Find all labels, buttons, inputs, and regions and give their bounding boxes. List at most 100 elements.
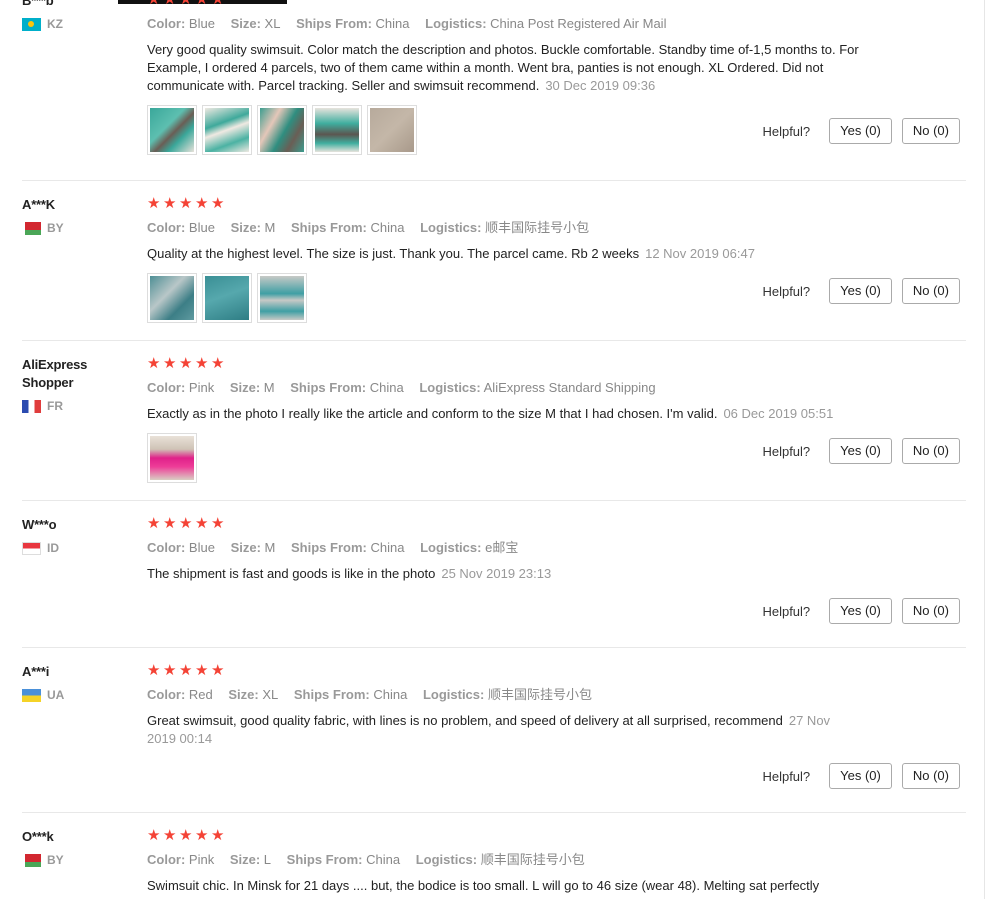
reviewer-info: W***o ID — [22, 516, 132, 556]
star-icon: ★ — [147, 0, 163, 7]
size-label: Size: — [230, 16, 261, 31]
reviewer-country: ID — [22, 540, 132, 556]
star-icon: ★ — [211, 355, 225, 372]
star-icon: ★ — [195, 355, 209, 372]
size-value: L — [263, 852, 272, 867]
helpful-no-button[interactable]: No (0) — [901, 438, 960, 464]
review-content: Exactly as in the photo I really like th… — [147, 406, 718, 421]
helpful-label: Helpful? — [762, 123, 811, 139]
flag-ua-icon — [22, 688, 41, 702]
ships-from-label: Ships From: — [290, 380, 367, 395]
flag-id-icon — [22, 541, 41, 555]
review-divider — [22, 340, 966, 341]
review-photo[interactable] — [202, 273, 252, 323]
review-item: A***K BY ★ ★ ★ ★ ★ Color: Blue Size: M Ships… — [0, 196, 966, 341]
review-body: ★ ★ ★ ★ ★ Color: Blue Size: M Ships From: Ch… — [147, 516, 867, 583]
country-code: BY — [47, 221, 64, 235]
helpful-label: Helpful? — [762, 443, 811, 459]
helpful-yes-button[interactable]: Yes (0) — [829, 438, 892, 464]
review-item: B***b KZ ★★★★★ Color: Blue Size: XL Ship… — [0, 0, 966, 181]
helpful-yes-button[interactable]: Yes (0) — [829, 598, 892, 624]
star-icon: ★ — [147, 662, 161, 679]
ships-from-value: China — [366, 852, 401, 867]
reviewer-name: A***i — [22, 664, 50, 679]
size-value: XL — [262, 687, 279, 702]
size-label: Size: — [230, 540, 261, 555]
star-icon: ★ — [179, 0, 195, 7]
flag-by-icon — [22, 221, 41, 235]
logistics-label: Logistics: — [420, 540, 482, 555]
review-text: The shipment is fast and goods is like i… — [147, 565, 862, 583]
reviewer-info: A***K BY — [22, 196, 132, 236]
review-photos — [147, 433, 867, 483]
logistics-value: AliExpress Standard Shipping — [483, 380, 656, 395]
star-icon: ★ — [211, 195, 225, 212]
review-photo[interactable] — [257, 273, 307, 323]
reviewer-name: B***b — [22, 0, 54, 8]
star-icon: ★ — [211, 515, 225, 532]
logistics-value: 顺丰国际挂号小包 — [485, 220, 590, 235]
logistics-label: Logistics: — [425, 16, 487, 31]
right-divider — [984, 0, 985, 899]
helpful-section: Helpful? Yes (0) No (0) — [762, 763, 960, 789]
reviewer-name: O***k — [22, 829, 54, 844]
review-photo[interactable] — [202, 105, 252, 155]
review-photo[interactable] — [147, 105, 197, 155]
review-body: ★ ★ ★ ★ ★ Color: Pink Size: M Ships From: Ch… — [147, 356, 867, 483]
country-code: BY — [47, 853, 64, 867]
helpful-yes-button[interactable]: Yes (0) — [829, 763, 892, 789]
review-content: Quality at the highest level. The size i… — [147, 246, 640, 261]
helpful-section: Helpful? Yes (0) No (0) — [762, 438, 960, 464]
review-photo[interactable] — [147, 433, 197, 483]
reviewer-name: W***o — [22, 517, 57, 532]
review-photo[interactable] — [367, 105, 417, 155]
reviewer-info: A***i UA — [22, 663, 132, 703]
helpful-no-button[interactable]: No (0) — [901, 763, 960, 789]
order-details: Color: Red Size: XL Ships From: China Lo… — [147, 687, 867, 703]
reviewer-country: BY — [22, 220, 132, 236]
review-text: Swimsuit chic. In Minsk for 21 days ....… — [147, 877, 862, 895]
helpful-yes-button[interactable]: Yes (0) — [829, 118, 892, 144]
helpful-yes-button[interactable]: Yes (0) — [829, 278, 892, 304]
star-icon: ★ — [147, 828, 161, 844]
helpful-no-button[interactable]: No (0) — [901, 118, 960, 144]
review-body: ★ ★ ★ ★ ★ Color: Blue Size: M Ships From: Ch… — [147, 196, 867, 323]
review-body: ★★★★★ Color: Blue Size: XL Ships From: C… — [147, 0, 867, 155]
ships-from-label: Ships From: — [291, 540, 367, 555]
star-icon: ★ — [163, 195, 177, 212]
review-photo[interactable] — [257, 105, 307, 155]
ships-from-value: China — [369, 380, 404, 395]
review-date: 12 Nov 2019 06:47 — [645, 246, 755, 261]
review-body: ★ ★ ★ ★ ★ Color: Pink Size: L Ships From: Ch… — [147, 828, 867, 895]
star-rating: ★★★★★ — [147, 0, 867, 8]
color-value: Pink — [188, 852, 215, 867]
ships-from-label: Ships From: — [296, 16, 372, 31]
logistics-label: Logistics: — [419, 380, 481, 395]
helpful-section: Helpful? Yes (0) No (0) — [762, 118, 960, 144]
ships-from-label: Ships From: — [291, 220, 367, 235]
review-body: ★ ★ ★ ★ ★ Color: Red Size: XL Ships From: Ch… — [147, 663, 867, 748]
review-text: Great swimsuit, good quality fabric, wit… — [147, 712, 862, 748]
star-rating: ★★★★★ — [147, 663, 867, 679]
size-value: XL — [264, 16, 281, 31]
logistics-value: China Post Registered Air Mail — [490, 16, 667, 31]
logistics-label: Logistics: — [415, 852, 478, 867]
color-label: Color: — [147, 16, 186, 31]
star-icon: ★ — [179, 828, 193, 844]
color-value: Red — [188, 687, 213, 702]
size-label: Size: — [229, 380, 261, 395]
order-details: Color: Blue Size: M Ships From: China Lo… — [147, 220, 867, 236]
helpful-no-button[interactable]: No (0) — [901, 278, 960, 304]
star-icon: ★ — [163, 828, 177, 844]
helpful-label: Helpful? — [762, 283, 811, 299]
star-rating: ★★★★★ — [147, 356, 867, 372]
star-icon: ★ — [147, 355, 161, 372]
review-photo[interactable] — [147, 273, 197, 323]
color-label: Color: — [147, 687, 186, 702]
flag-kz-icon — [22, 17, 41, 31]
review-photo[interactable] — [312, 105, 362, 155]
helpful-no-button[interactable]: No (0) — [901, 598, 960, 624]
reviewer-country: UA — [22, 687, 132, 703]
star-icon: ★ — [195, 195, 209, 212]
star-icon: ★ — [163, 662, 177, 679]
